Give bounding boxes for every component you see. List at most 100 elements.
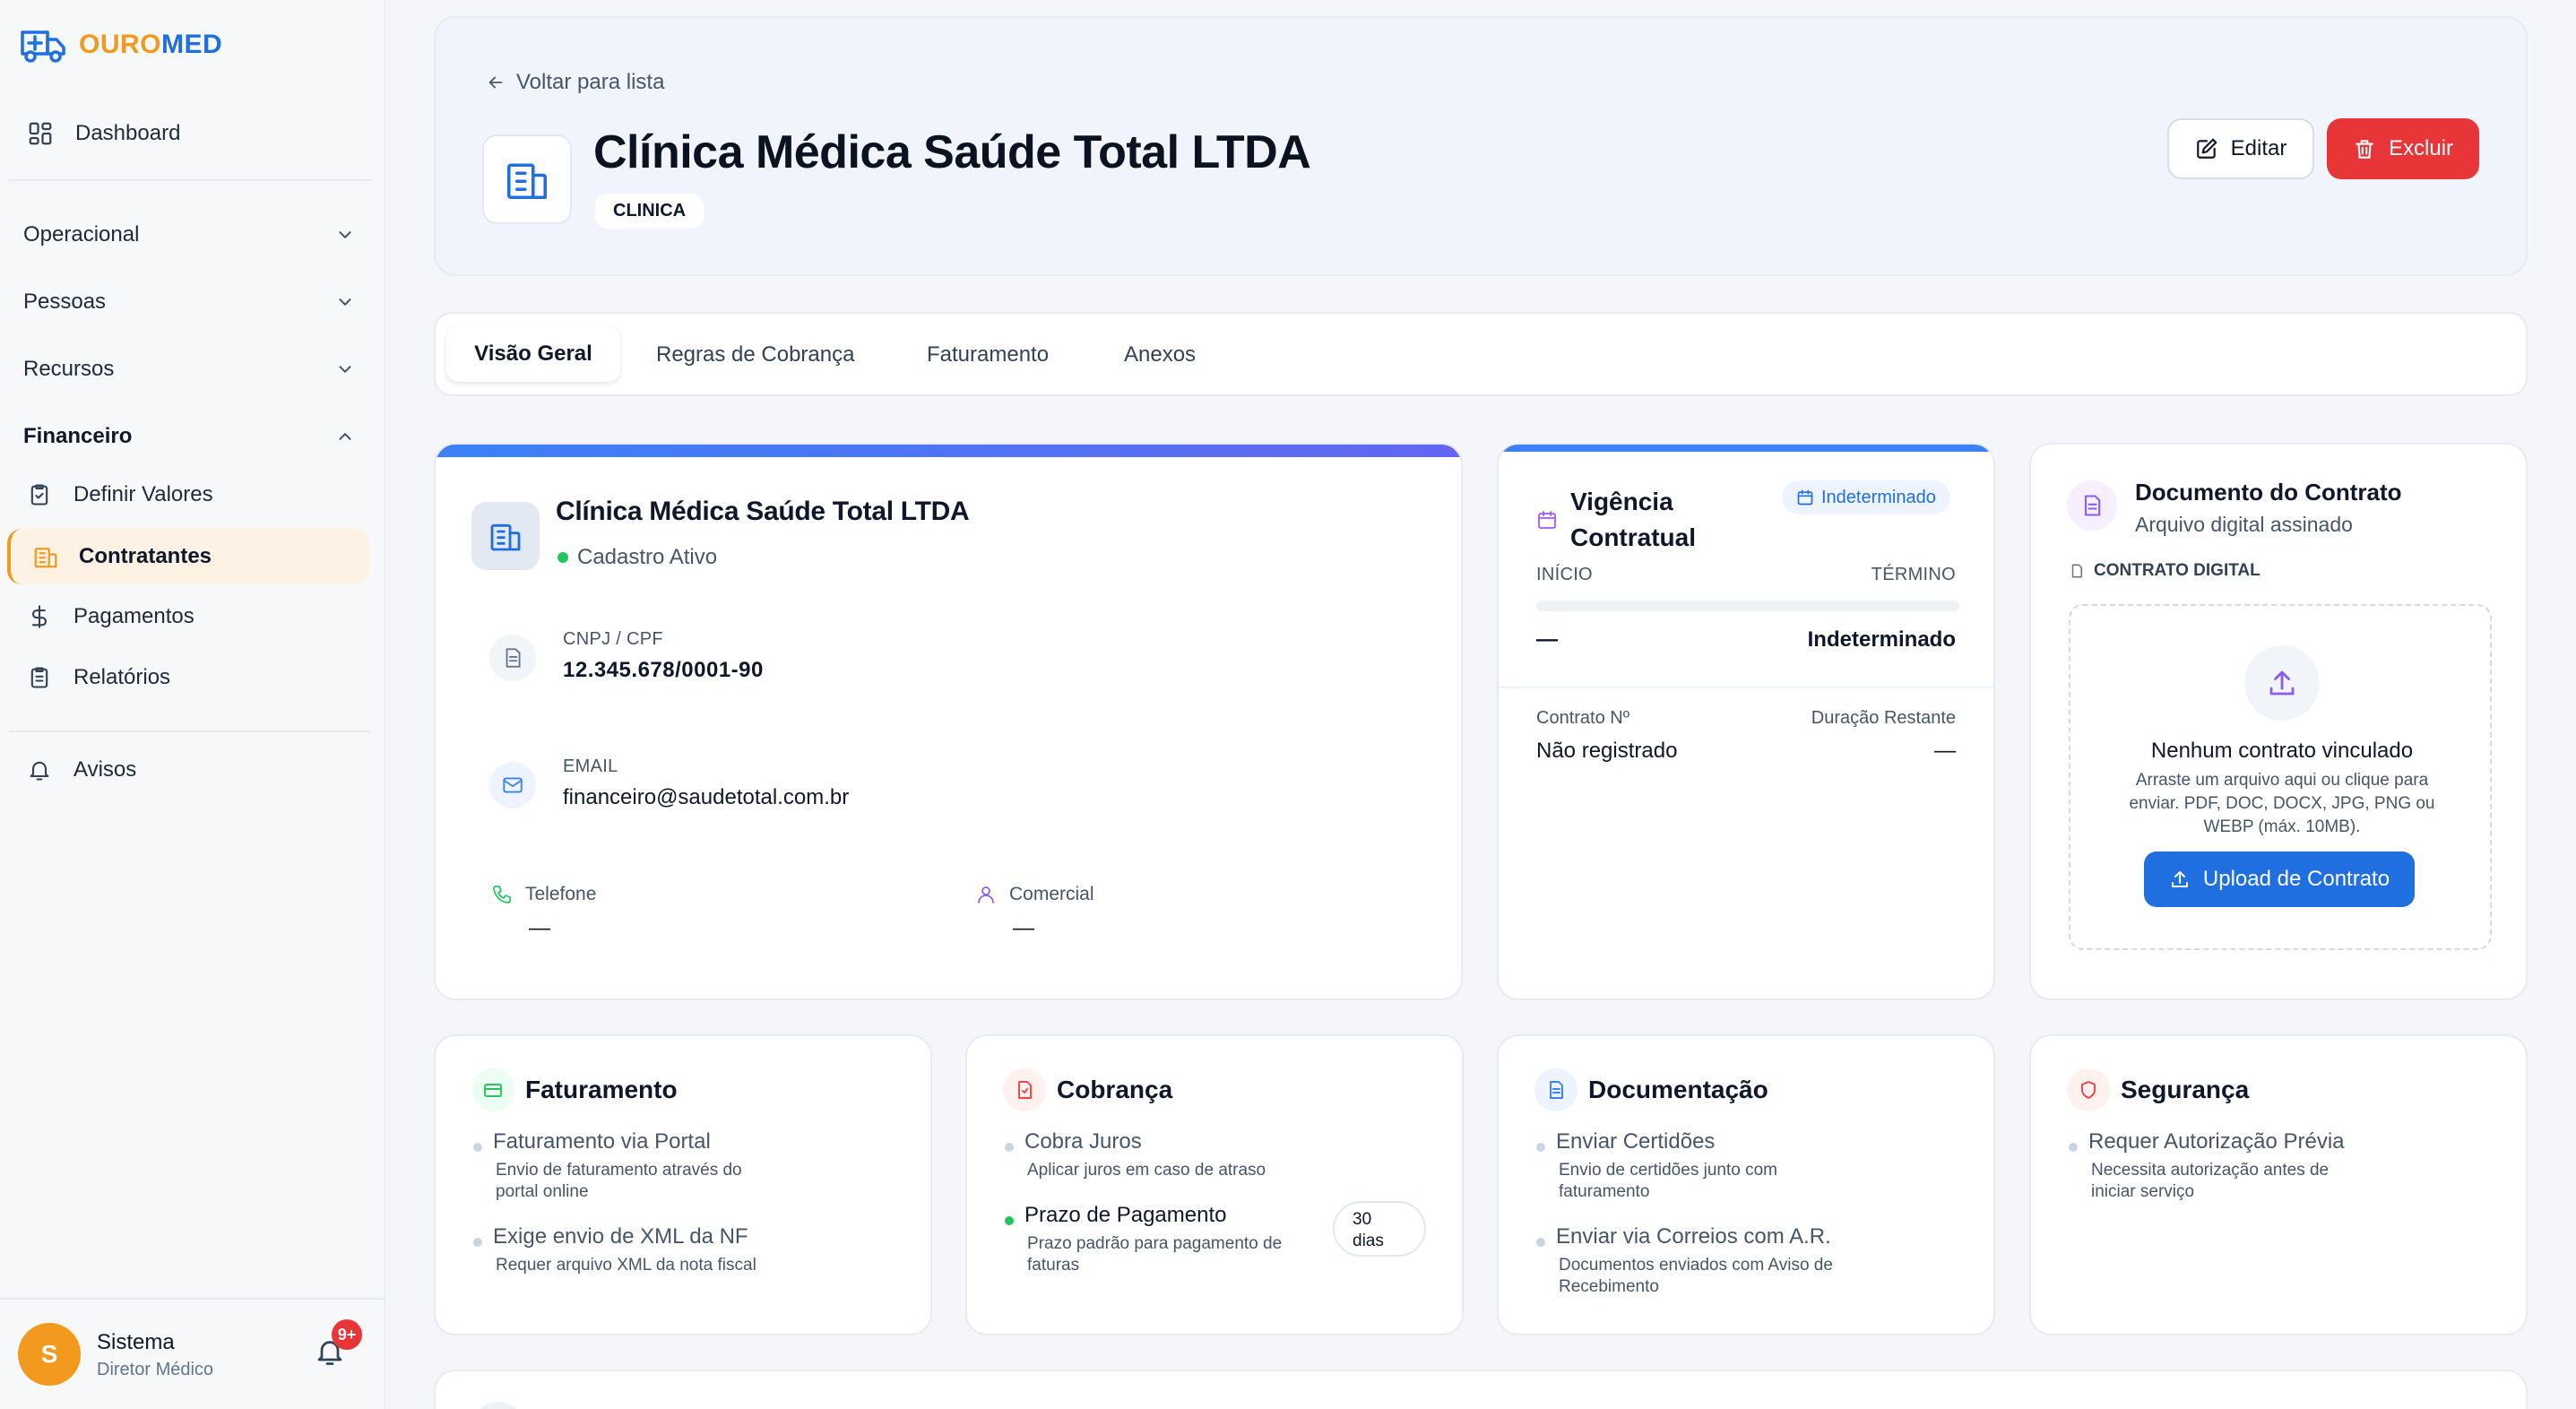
document-icon [506,648,521,668]
rule-description: Prazo padrão para pagamento de faturas [1027,1234,1283,1275]
cobranca-card: Cobrança Cobra Juros Aplicar juros em ca… [965,1034,1464,1336]
delete-button[interactable]: Excluir [2327,118,2479,179]
email-label: EMAIL [563,756,618,776]
nav-group-label: Pessoas [23,290,107,314]
upload-contract-label: Upload de Contrato [2202,867,2390,891]
tab-anexos[interactable]: Anexos [1124,342,1196,367]
building-icon [490,523,521,551]
card-icon-box [471,1068,514,1111]
email-value: financeiro@saudetotal.com.br [563,785,850,809]
bullet [1536,1238,1545,1247]
rule-title: Enviar Certidões [1556,1129,1716,1154]
documento-subtitle: Arquivo digital assinado [2135,513,2353,536]
trash-icon [2356,140,2373,159]
sidebar-divider [0,1298,385,1300]
card-icon-box [2067,1068,2110,1111]
tab-regras-cobranca[interactable]: Regras de Cobrança [656,342,854,367]
rule-title: Exige envio de XML da NF [493,1224,748,1249]
rule-title: Enviar via Correios com A.R. [1556,1224,1831,1249]
chevron-up-icon [339,433,351,440]
report-icon [30,667,48,688]
overview-card: Clínica Médica Saúde Total LTDA Cadastro… [434,443,1463,1000]
nav-group-pessoas[interactable]: Pessoas [23,290,355,315]
rule-title: Faturamento via Portal [493,1129,711,1154]
contrato-value: Não registrado [1536,739,1678,763]
page-header: Voltar para lista Clínica Médica Saúde T… [434,16,2528,276]
duracao-value: — [1934,739,1956,763]
edit-button[interactable]: Editar [2167,118,2314,179]
nav-item-pagamentos[interactable]: Pagamentos [27,604,194,629]
document-icon [1550,1081,1563,1099]
dashboard-icon [29,122,52,145]
back-link[interactable]: Voltar para lista [486,70,664,95]
nav-avisos-label: Avisos [73,757,137,782]
nav-item-definir-valores[interactable]: Definir Valores [27,482,213,507]
clipboard-check-icon [30,484,48,506]
seguranca-title: Segurança [2121,1076,2250,1103]
upload-dropzone[interactable]: Nenhum contrato vinculado Arraste um arq… [2069,604,2492,950]
nav-group-recursos[interactable]: Recursos [23,357,355,382]
upload-contract-button[interactable]: Upload de Contrato [2144,851,2415,907]
dollar-icon [31,605,48,628]
section-icon-box [471,1402,525,1409]
brand-logo[interactable]: OUROMED [20,25,222,65]
rule-description: Necessita autorização antes de iniciar se… [2091,1161,2330,1201]
contrato-digital-section: CONTRATO DIGITAL [2069,561,2260,581]
divider [1499,687,1993,688]
nav-group-label: Operacional [23,222,140,246]
nav-item-contratantes[interactable]: Contratantes [7,529,369,584]
nav-item-relatorios[interactable]: Relatórios [27,665,170,690]
user-role: Diretor Médico [97,1360,214,1379]
edit-icon [2196,138,2217,159]
rule-title: Cobra Juros [1024,1129,1142,1154]
delete-button-label: Excluir [2388,136,2453,160]
documento-card: Documento do Contrato Arquivo digital as… [2029,443,2528,1000]
nav-group-label: Financeiro [23,424,133,448]
nav-group-operacional[interactable]: Operacional [23,222,355,247]
prazo-badge: 30 dias [1333,1201,1426,1257]
notification-count-badge: 9+ [332,1319,362,1350]
rule-title: Requer Autorização Prévia [2088,1129,2345,1154]
empty-description: Arraste um arquivo aqui ou clique para en… [2129,771,2435,836]
next-section-card [434,1370,2528,1409]
inicio-label: INÍCIO [1536,565,1593,584]
avatar[interactable]: S [18,1323,81,1386]
nav-group-label: Recursos [23,357,115,381]
phone-icon [493,886,511,903]
nav-dashboard[interactable]: Dashboard [27,120,180,147]
shield-icon [2081,1081,2096,1099]
entity-icon [471,502,540,570]
nav-item-label: Pagamentos [73,604,194,628]
termino-label: TÉRMINO [1871,565,1956,584]
edit-button-label: Editar [2230,136,2287,160]
comercial-value: — [1013,916,1034,940]
faturamento-title: Faturamento [525,1076,678,1103]
back-link-label: Voltar para lista [516,70,665,94]
documentacao-title: Documentação [1588,1076,1768,1103]
nav-item-label: Relatórios [73,665,171,689]
nav-avisos[interactable]: Avisos [27,757,136,782]
contrato-label: Contrato Nº [1536,708,1630,728]
phone-field: Telefone [491,884,596,905]
tab-visao-geral[interactable]: Visão Geral [446,326,620,382]
building-icon [506,163,548,200]
document-icon-box [489,635,536,681]
mail-icon-box [489,762,536,808]
rule-description: Aplicar juros em caso de atraso [1027,1161,1266,1180]
status-text: Cadastro Ativo [577,545,718,569]
comercial-field: Comercial [975,884,1094,905]
empty-title: Nenhum contrato vinculado [2150,739,2414,763]
nav-group-financeiro[interactable]: Financeiro [23,424,355,449]
document-icon [2084,495,2101,516]
nav-item-label: Contratantes [79,544,212,568]
card-icon-box [1003,1068,1046,1111]
inicio-value: — [1536,627,1558,652]
document-icon [2071,564,2082,578]
page-title: Clínica Médica Saúde Total LTDA [593,126,1311,178]
rule-description: Documentos enviados com Aviso de Recebime… [1559,1256,1833,1296]
notifications-button[interactable]: 9+ [314,1319,362,1368]
upload-icon [2269,670,2295,696]
brand-name: OUROMED [79,30,223,59]
tab-faturamento[interactable]: Faturamento [927,342,1049,367]
tabs-bar: Visão Geral Regras de Cobrança Faturamen… [434,312,2528,396]
